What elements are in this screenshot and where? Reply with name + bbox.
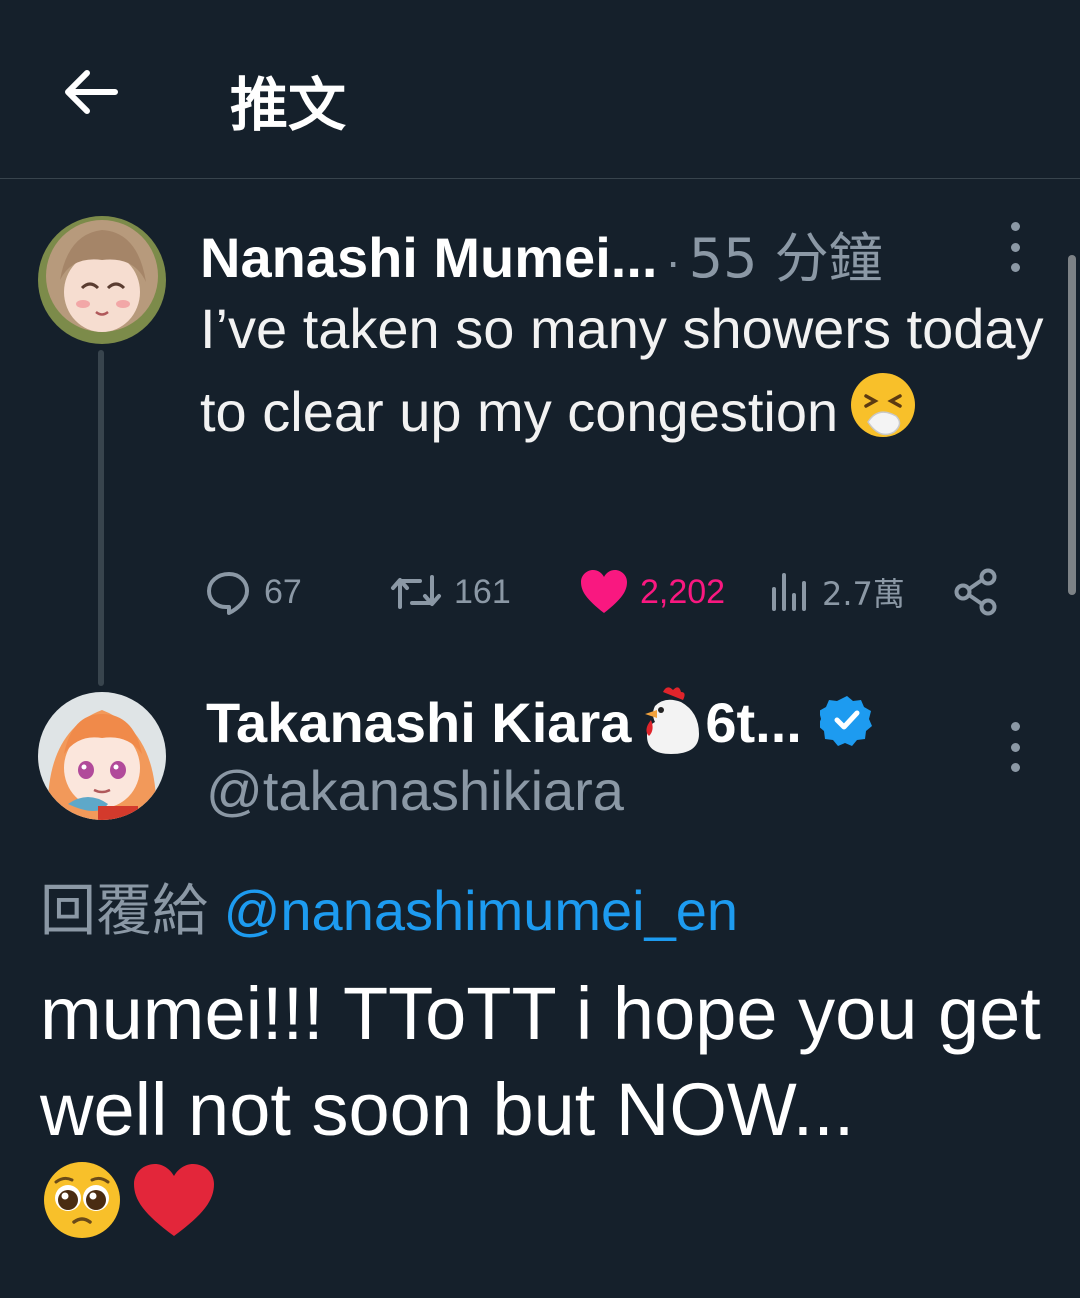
reply-button[interactable]: 67: [204, 560, 302, 624]
reply-count: 67: [264, 572, 302, 611]
tweet-actions: 67 161 2,202 2.7萬: [200, 560, 1020, 624]
author-name[interactable]: Takanashi Kiara: [206, 690, 631, 755]
replying-to: 回覆給 @nanashimumei_en: [40, 866, 738, 947]
tweet-text-content: mumei!!! TToTT i hope you get well not s…: [40, 972, 1041, 1151]
more-icon: [1010, 722, 1020, 731]
sneezing-face-icon: [848, 370, 918, 462]
reply-icon: [207, 572, 249, 615]
share-button[interactable]: [952, 560, 1010, 624]
avatar[interactable]: [38, 216, 166, 344]
heart-filled-icon: [581, 570, 627, 613]
views-count: 2.7萬: [822, 575, 905, 613]
more-options-button[interactable]: [1000, 722, 1030, 772]
top-bar: 推文: [0, 0, 1080, 179]
retweet-icon: [391, 575, 441, 609]
like-button[interactable]: 2,202: [578, 560, 725, 624]
views-button[interactable]: 2.7萬: [770, 560, 905, 624]
tweet-header: Nanashi Mumei... · 55 分鐘: [200, 214, 883, 290]
avatar-mumei-image: [38, 216, 166, 344]
back-button[interactable]: [58, 60, 122, 124]
more-icon: [1010, 222, 1020, 231]
pleading-face-icon: [40, 1158, 124, 1265]
reply-mention-link[interactable]: @nanashimumei_en: [224, 879, 738, 942]
tweet-text: I’ve taken so many showers today to clea…: [200, 288, 1060, 462]
views-chart-icon: [772, 573, 806, 611]
reply-label: 回覆給: [40, 879, 208, 944]
tweet-header: Takanashi Kiara 6t...: [206, 686, 874, 758]
page-title: 推文: [230, 71, 347, 139]
scrollbar[interactable]: [1068, 255, 1076, 595]
author-name[interactable]: Nanashi Mumei...: [200, 225, 657, 290]
avatar-kiara-image: [38, 692, 166, 820]
avatar[interactable]: [38, 692, 166, 820]
share-icon: [954, 568, 997, 616]
rooster-icon: [633, 684, 703, 761]
author-handle[interactable]: @takanashikiara: [206, 758, 624, 823]
retweet-count: 161: [454, 572, 511, 611]
verified-badge-icon: [817, 693, 874, 752]
separator-dot: ·: [665, 235, 681, 287]
author-name-suffix[interactable]: 6t...: [705, 690, 801, 755]
thread-connector: [98, 350, 104, 686]
tweet-time[interactable]: 55 分鐘: [689, 214, 883, 293]
retweet-button[interactable]: 161: [388, 560, 511, 624]
more-options-button[interactable]: [1000, 222, 1030, 272]
tweet-text: mumei!!! TToTT i hope you get well not s…: [40, 966, 1050, 1265]
red-heart-icon: [130, 1160, 218, 1263]
arrow-left-icon: [65, 70, 118, 114]
like-count: 2,202: [640, 572, 726, 611]
